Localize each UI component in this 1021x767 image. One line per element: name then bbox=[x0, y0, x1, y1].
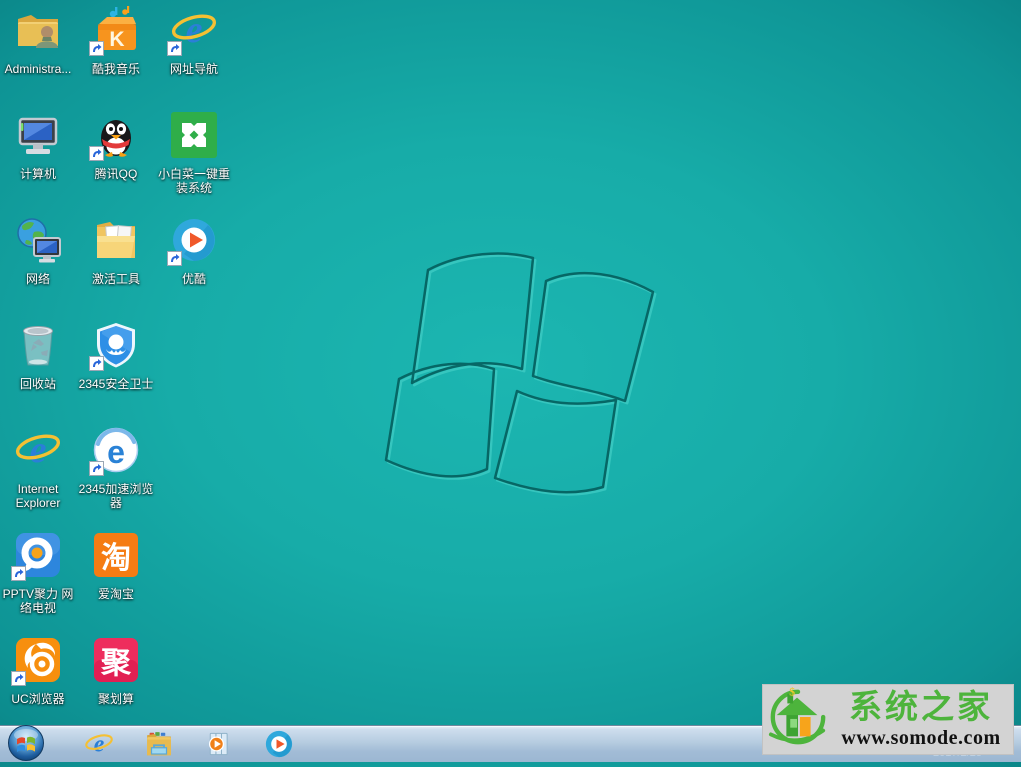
desktop-icon-pptv[interactable]: PPTV聚力 网络电视 bbox=[0, 531, 76, 616]
svg-text:聚: 聚 bbox=[100, 647, 132, 680]
shortcut-arrow-icon bbox=[167, 41, 182, 56]
desktop-icon-label: 酷我音乐 bbox=[78, 62, 154, 76]
svg-text:$: $ bbox=[789, 686, 795, 699]
windows-flag-watermark bbox=[366, 248, 658, 510]
computer-monitor-icon bbox=[14, 111, 62, 159]
desktop-icon-url-navigation[interactable]: e 网址导航 bbox=[156, 6, 232, 76]
green-cross-arrows-icon bbox=[170, 111, 218, 159]
shortcut-arrow-icon bbox=[11, 566, 26, 581]
desktop-icon-qq[interactable]: 腾讯QQ bbox=[78, 111, 154, 181]
desktop-icon-computer[interactable]: 计算机 bbox=[0, 111, 76, 181]
desktop-icon-uc-browser[interactable]: UC浏览器 bbox=[0, 636, 76, 706]
taskbar-youku[interactable] bbox=[249, 726, 309, 762]
desktop-icon-aitaobao[interactable]: 淘 爱淘宝 bbox=[78, 531, 154, 601]
shortcut-arrow-icon bbox=[89, 461, 104, 476]
desktop-icon-label: Administra... bbox=[0, 62, 76, 76]
taskbar-media-player[interactable] bbox=[189, 726, 249, 762]
desktop-icon-label: Internet Explorer bbox=[0, 482, 76, 511]
watermark-site-url: www.somode.com bbox=[829, 728, 1013, 748]
desktop-icon-2345-browser[interactable]: e 2345加速浏览器 bbox=[78, 426, 154, 511]
desktop-icon-label: 2345安全卫士 bbox=[78, 377, 154, 391]
desktop-icon-label: PPTV聚力 网络电视 bbox=[0, 587, 76, 616]
open-folder-documents-icon bbox=[92, 216, 140, 264]
desktop-icon-kuwo-music[interactable]: K 酷我音乐 bbox=[78, 6, 154, 76]
pptv-ring-icon bbox=[14, 531, 62, 579]
svg-text:淘: 淘 bbox=[101, 542, 131, 575]
taskbar-windows-explorer[interactable] bbox=[129, 726, 189, 762]
shortcut-arrow-icon bbox=[167, 251, 182, 266]
desktop-icon-label: 计算机 bbox=[0, 167, 76, 181]
kuwo-music-box-icon: K bbox=[92, 6, 140, 54]
desktop-icon-label: 小白菜一键重装系统 bbox=[156, 167, 232, 196]
desktop-icon-xiaobaicai[interactable]: 小白菜一键重装系统 bbox=[156, 111, 232, 196]
desktop-icon-label: 聚划算 bbox=[78, 692, 154, 706]
qq-penguin-icon bbox=[92, 111, 140, 159]
desktop-icon-internet-explorer[interactable]: e Internet Explorer bbox=[0, 426, 76, 511]
desktop-icon-2345-security[interactable]: 2345安全卫士 bbox=[78, 321, 154, 391]
blue-shield-octopus-icon bbox=[92, 321, 140, 369]
svg-text:e: e bbox=[107, 434, 125, 470]
desktop-icon-grid: Administra... K 酷我音乐 e bbox=[0, 0, 260, 740]
windows7-desktop: { "wallpaper": { "style": "teal radial g… bbox=[0, 0, 1021, 762]
desktop-icon-juhuasuan[interactable]: 聚 聚划算 bbox=[78, 636, 154, 706]
youku-play-icon bbox=[264, 729, 294, 759]
shortcut-arrow-icon bbox=[11, 671, 26, 686]
recycle-bin-icon bbox=[14, 321, 62, 369]
desktop-icon-network[interactable]: 网络 bbox=[0, 216, 76, 286]
ju-char-icon: 聚 bbox=[92, 636, 140, 684]
taobao-char-icon: 淘 bbox=[92, 531, 140, 579]
desktop-icon-label: 网络 bbox=[0, 272, 76, 286]
desktop-icon-label: 腾讯QQ bbox=[78, 167, 154, 181]
user-folder-icon bbox=[14, 6, 62, 54]
desktop-icon-label: UC浏览器 bbox=[0, 692, 76, 706]
desktop-icon-administrator[interactable]: Administra... bbox=[0, 6, 76, 76]
desktop-icon-label: 爱淘宝 bbox=[78, 587, 154, 601]
internet-explorer-icon: e bbox=[170, 6, 218, 54]
globe-monitor-icon bbox=[14, 216, 62, 264]
desktop-icon-label: 优酷 bbox=[156, 272, 232, 286]
internet-explorer-icon: e bbox=[14, 426, 62, 474]
desktop-icon-label: 2345加速浏览器 bbox=[78, 482, 154, 511]
blue-e-circle-icon: e bbox=[92, 426, 140, 474]
green-house-logo-icon: $ bbox=[767, 686, 829, 753]
shortcut-arrow-icon bbox=[89, 41, 104, 56]
desktop-icon-label: 回收站 bbox=[0, 377, 76, 391]
start-button[interactable] bbox=[7, 724, 45, 762]
taskbar-internet-explorer[interactable]: e bbox=[69, 726, 129, 762]
shortcut-arrow-icon bbox=[89, 146, 104, 161]
internet-explorer-icon: e bbox=[84, 729, 114, 759]
youku-play-icon bbox=[170, 216, 218, 264]
uc-squirrel-icon bbox=[14, 636, 62, 684]
shortcut-arrow-icon bbox=[89, 356, 104, 371]
desktop-icon-label: 激活工具 bbox=[78, 272, 154, 286]
desktop-icon-youku[interactable]: 优酷 bbox=[156, 216, 232, 286]
site-watermark: $ 系统之家 www.somode.com bbox=[763, 685, 1013, 754]
media-player-stack-icon bbox=[204, 729, 234, 759]
desktop-icon-label: 网址导航 bbox=[156, 62, 232, 76]
desktop-icon-recycle-bin[interactable]: 回收站 bbox=[0, 321, 76, 391]
watermark-site-name: 系统之家 bbox=[829, 692, 1013, 725]
explorer-folder-icon bbox=[144, 729, 174, 759]
desktop-icon-activation-tools[interactable]: 激活工具 bbox=[78, 216, 154, 286]
svg-text:K: K bbox=[109, 28, 124, 51]
